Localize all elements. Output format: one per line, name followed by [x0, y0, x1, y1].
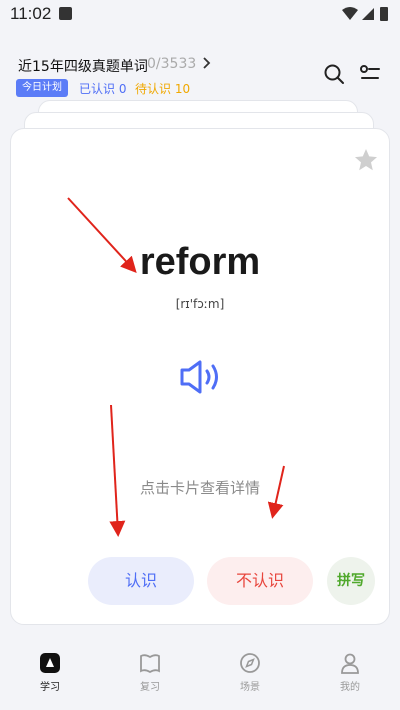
bottom-nav: 学习 复习 场景 我的 — [0, 638, 400, 710]
nav-label-profile: 我的 — [340, 682, 360, 693]
phonetic: [rɪ'fɔːm] — [175, 297, 225, 311]
header: 近15年四级真题单词 0/3533 今日计划 已认识 0 待认识 10 — [0, 50, 400, 100]
tap-card-hint: 点击卡片查看详情 — [139, 479, 260, 497]
signal-icon — [362, 8, 374, 20]
nav-study[interactable]: 学习 — [20, 652, 80, 702]
nav-label-study: 学习 — [40, 682, 60, 693]
nav-scene[interactable]: 场景 — [220, 652, 280, 702]
nav-profile[interactable]: 我的 — [320, 652, 380, 702]
today-plan-badge[interactable]: 今日计划 — [16, 79, 68, 97]
status-icons — [342, 7, 388, 21]
compass-icon — [240, 653, 260, 673]
status-time: 11:02 — [10, 4, 52, 23]
battery-icon — [380, 7, 388, 21]
speaker-icon[interactable] — [178, 357, 224, 397]
book-icon — [140, 654, 160, 674]
nav-label-review: 复习 — [140, 682, 160, 693]
chevron-right-icon[interactable] — [202, 56, 212, 70]
nav-review[interactable]: 复习 — [120, 652, 180, 702]
person-icon — [341, 653, 359, 674]
app-notification-icon — [59, 7, 72, 20]
study-icon — [40, 653, 60, 673]
word-text: reform — [139, 241, 261, 283]
dont-know-button[interactable]: 不认识 — [207, 557, 313, 605]
know-button[interactable]: 认识 — [88, 557, 194, 605]
spell-button[interactable]: 拼写 — [327, 557, 375, 605]
search-icon[interactable] — [322, 62, 346, 86]
word-card[interactable]: reform [rɪ'fɔːm] 点击卡片查看详情 认识 不认识 拼写 — [10, 128, 390, 625]
known-count: 已认识 0 — [79, 82, 127, 96]
wifi-icon — [342, 7, 358, 20]
wordbook-title[interactable]: 近15年四级真题单词 — [18, 56, 148, 76]
star-icon[interactable] — [353, 147, 379, 173]
wordbook-progress[interactable]: 0/3533 — [147, 56, 196, 72]
status-bar: 11:02 — [0, 0, 400, 28]
nav-label-scene: 场景 — [240, 682, 260, 693]
settings-sliders-icon[interactable] — [358, 62, 382, 86]
pending-count: 待认识 10 — [135, 82, 191, 96]
